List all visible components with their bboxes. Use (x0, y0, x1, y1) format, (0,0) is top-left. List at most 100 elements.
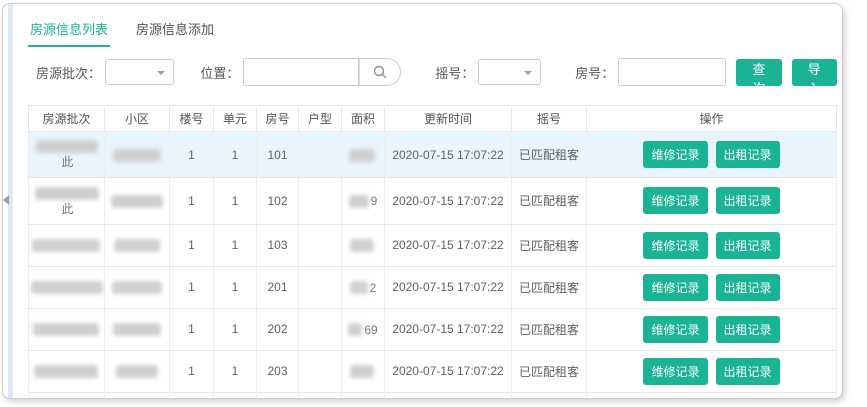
cell-layout (299, 224, 342, 266)
action-button-repair-record[interactable]: 维修记录 (643, 141, 707, 168)
cell-update-time: 2020-07-15 17:07:22 (385, 350, 512, 392)
cell-building: 1 (170, 224, 214, 266)
column-header-5: 户型 (299, 106, 342, 132)
cell-room: 103 (257, 224, 299, 266)
cell-update-time: 2020-07-15 17:07:22 (385, 224, 512, 266)
cell-actions: 维修记录出租记录 (587, 266, 837, 308)
cell-unit: 1 (214, 308, 257, 350)
column-header-4: 房号 (257, 106, 299, 132)
cell-update-time: 2020-07-15 17:07:22 (385, 132, 512, 178)
cell-unit: 1 (214, 350, 257, 392)
cell-lottery-status: 已匹配租客 (512, 308, 587, 350)
chevron-down-icon (524, 71, 532, 75)
cell-area: 9 (342, 178, 385, 224)
column-header-0: 房源批次 (29, 106, 105, 132)
action-button-rental-record[interactable]: 出租记录 (716, 187, 780, 214)
action-button-rental-record[interactable]: 出租记录 (716, 358, 780, 385)
action-button-repair-record[interactable]: 维修记录 (643, 274, 707, 301)
redacted-community-text (111, 195, 163, 208)
action-button-repair-record[interactable]: 维修记录 (643, 316, 707, 343)
cell-layout (299, 132, 342, 178)
import-button[interactable]: 导入 (792, 59, 837, 86)
query-button[interactable]: 查询 (736, 59, 781, 86)
cell-lottery-status: 已匹配租客 (512, 350, 587, 392)
cell-update-time: 2020-07-15 17:07:22 (385, 178, 512, 224)
table-row: 1 1 201 2 2020-07-15 17:07:22 已匹配租客 维修记录… (29, 266, 837, 308)
cell-lottery-status: 已匹配租客 (512, 178, 587, 224)
redacted-area-text (350, 365, 374, 378)
column-header-2: 楼号 (170, 106, 214, 132)
location-input[interactable] (243, 58, 359, 86)
redacted-area-text (348, 323, 362, 336)
search-icon-button[interactable] (359, 58, 401, 86)
table-row: 此 1 1 101 2020-07-15 17:07:22 已匹配租客 维修记录… (29, 132, 837, 178)
action-button-rental-record[interactable]: 出租记录 (716, 232, 780, 259)
cell-building: 1 (170, 132, 214, 178)
redacted-community-text (116, 365, 158, 378)
cell-lottery-status: 已匹配租客 (512, 392, 587, 399)
tab-house-info-add[interactable]: 房源信息添加 (134, 16, 216, 47)
redacted-community-text (112, 281, 162, 294)
table-row: 1 1 203 2020-07-15 17:07:22 已匹配租客 维修记录出租… (29, 350, 837, 392)
cell-batch (29, 308, 105, 350)
cell-community (105, 132, 170, 178)
redacted-batch-text (33, 323, 99, 336)
batch-select[interactable] (105, 59, 174, 85)
action-button-rental-record[interactable]: 出租记录 (716, 141, 780, 168)
redacted-batch-text (34, 365, 98, 378)
room-number-input[interactable] (618, 58, 726, 86)
cell-batch: 此 (29, 132, 105, 178)
table-header-row: 房源批次小区楼号单元房号户型面积更新时间摇号操作 (29, 106, 837, 132)
action-button-repair-record[interactable]: 维修记录 (643, 187, 707, 214)
table-row: 此 1 1 102 9 2020-07-15 17:07:22 已匹配租客 维修… (29, 178, 837, 224)
column-header-1: 小区 (105, 106, 170, 132)
cell-update-time: 2020-07-15 17:07:22 (385, 266, 512, 308)
action-button-rental-record[interactable]: 出租记录 (716, 274, 780, 301)
cell-layout (299, 350, 342, 392)
cell-area (342, 132, 385, 178)
cell-building: 1 (170, 392, 214, 399)
redacted-community-text (113, 323, 161, 336)
redacted-batch-text (32, 239, 100, 252)
column-header-7: 更新时间 (385, 106, 512, 132)
cell-area: 69 (342, 308, 385, 350)
tab-bar: 房源信息列表 房源信息添加 (28, 4, 837, 47)
cell-layout (299, 392, 342, 399)
tab-house-info-list[interactable]: 房源信息列表 (28, 16, 110, 47)
cell-room: 201 (257, 266, 299, 308)
cell-building: 1 (170, 178, 214, 224)
redacted-community-text (114, 239, 160, 252)
redacted-community-text (113, 149, 161, 162)
column-header-6: 面积 (342, 106, 385, 132)
cell-community (105, 350, 170, 392)
redacted-area-text (349, 195, 369, 208)
chevron-down-icon (157, 71, 165, 75)
cell-actions: 维修记录出租记录 (587, 392, 837, 399)
search-icon (372, 64, 388, 80)
cell-community (105, 392, 170, 399)
cell-update-time: 2020-07-15 17:07:22 (385, 308, 512, 350)
lottery-select[interactable] (478, 59, 541, 85)
cell-lottery-status: 已匹配租客 (512, 266, 587, 308)
sidebar-collapse-handle[interactable] (3, 193, 11, 207)
location-filter-label: 位置： (200, 63, 239, 82)
cell-batch (29, 350, 105, 392)
redacted-batch-text (35, 187, 99, 200)
cell-actions: 维修记录出租记录 (587, 308, 837, 350)
table-row: 1 1 301 32 2020-07-15 17:07:22 已匹配租客 维修记… (29, 392, 837, 399)
action-button-rental-record[interactable]: 出租记录 (716, 316, 780, 343)
cell-lottery-status: 已匹配租客 (512, 224, 587, 266)
cell-update-time: 2020-07-15 17:07:22 (385, 392, 512, 399)
cell-actions: 维修记录出租记录 (587, 350, 837, 392)
action-button-repair-record[interactable]: 维修记录 (643, 358, 707, 385)
cell-area: 32 (342, 392, 385, 399)
cell-layout (299, 308, 342, 350)
cell-room: 203 (257, 350, 299, 392)
cell-room: 101 (257, 132, 299, 178)
table-row: 1 1 202 69 2020-07-15 17:07:22 已匹配租客 维修记… (29, 308, 837, 350)
cell-building: 1 (170, 350, 214, 392)
action-button-repair-record[interactable]: 维修记录 (643, 232, 707, 259)
cell-area (342, 224, 385, 266)
cell-unit: 1 (214, 224, 257, 266)
cell-layout (299, 178, 342, 224)
